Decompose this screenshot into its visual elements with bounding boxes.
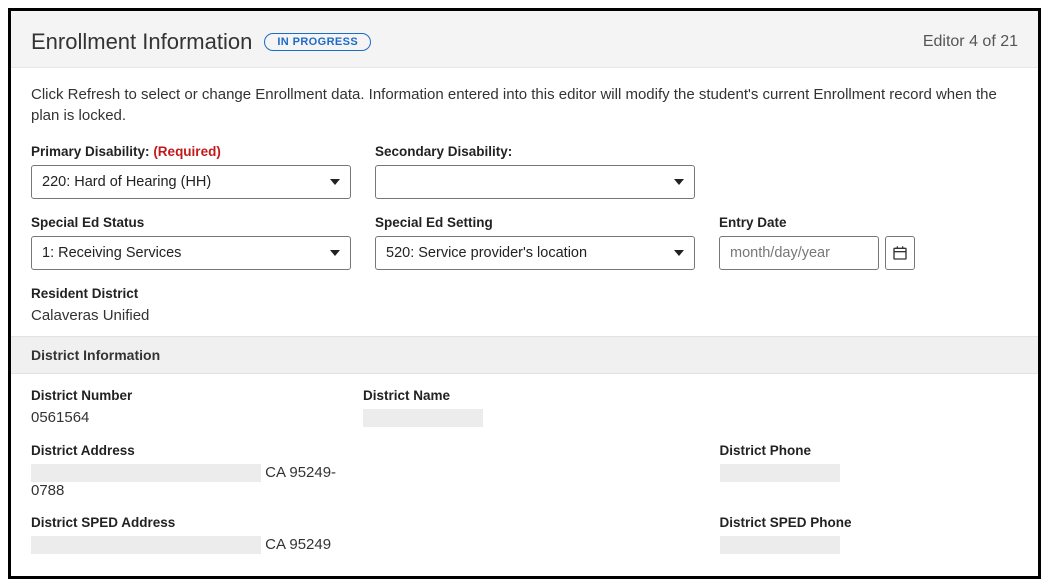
district-phone-label: District Phone — [720, 443, 1018, 458]
sped-status-label: Special Ed Status — [31, 215, 351, 230]
chevron-down-icon — [330, 250, 340, 256]
resident-district-value: Calaveras Unified — [31, 307, 1018, 324]
editor-panel: Enrollment Information IN PROGRESS Edito… — [8, 8, 1041, 579]
primary-disability-label: Primary Disability: (Required) — [31, 144, 351, 159]
secondary-disability-label: Secondary Disability: — [375, 144, 695, 159]
district-name-value-redacted — [363, 409, 483, 427]
district-name-label: District Name — [363, 388, 723, 403]
district-address-redacted — [31, 464, 261, 482]
secondary-disability-select[interactable] — [375, 165, 695, 199]
district-sped-phone-redacted — [720, 536, 840, 554]
district-sped-address-redacted — [31, 536, 261, 554]
entry-date-input[interactable] — [719, 236, 879, 270]
status-badge: IN PROGRESS — [264, 33, 371, 51]
district-number-value: 0561564 — [31, 409, 363, 426]
resident-district-label: Resident District — [31, 286, 1018, 301]
editor-counter: Editor 4 of 21 — [923, 33, 1018, 51]
district-info-heading: District Information — [11, 336, 1038, 374]
district-phone-redacted — [720, 464, 840, 482]
calendar-icon — [892, 245, 908, 261]
page-title: Enrollment Information — [31, 29, 252, 55]
chevron-down-icon — [330, 179, 340, 185]
primary-disability-select[interactable]: 220: Hard of Hearing (HH) — [31, 165, 351, 199]
district-address-label: District Address — [31, 443, 361, 458]
calendar-button[interactable] — [885, 236, 915, 270]
chevron-down-icon — [674, 250, 684, 256]
editor-header: Enrollment Information IN PROGRESS Edito… — [11, 11, 1038, 68]
chevron-down-icon — [674, 179, 684, 185]
district-sped-address-suffix: CA 95249 — [265, 536, 331, 553]
district-sped-address-label: District SPED Address — [31, 515, 361, 530]
sped-status-select[interactable]: 1: Receiving Services — [31, 236, 351, 270]
intro-text: Click Refresh to select or change Enroll… — [31, 84, 1018, 126]
district-number-label: District Number — [31, 388, 363, 403]
district-sped-phone-label: District SPED Phone — [720, 515, 1018, 530]
entry-date-label: Entry Date — [719, 215, 919, 230]
sped-setting-select[interactable]: 520: Service provider's location — [375, 236, 695, 270]
sped-setting-label: Special Ed Setting — [375, 215, 695, 230]
